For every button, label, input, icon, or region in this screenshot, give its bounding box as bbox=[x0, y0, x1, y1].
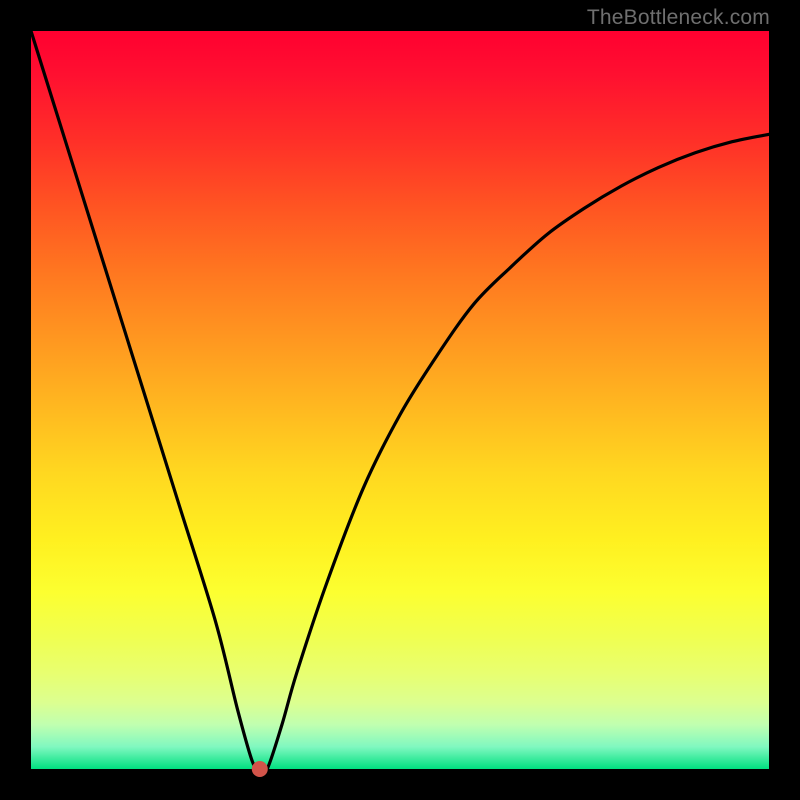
bottleneck-curve bbox=[31, 31, 769, 773]
plot-area bbox=[31, 31, 769, 769]
curve-layer bbox=[31, 31, 769, 769]
attribution-label: TheBottleneck.com bbox=[587, 6, 770, 30]
min-point-marker bbox=[252, 761, 268, 777]
chart-frame: TheBottleneck.com bbox=[0, 0, 800, 800]
